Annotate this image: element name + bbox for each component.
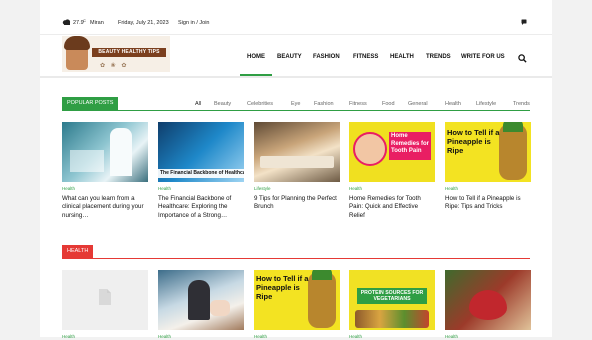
logo-banner: BEAUTY HEALTHY TIPS <box>92 48 166 57</box>
post-title[interactable]: What can you learn from a clinical place… <box>62 195 148 220</box>
nav-fashion[interactable]: FASHION <box>313 54 340 60</box>
post-category[interactable]: Health <box>254 334 340 340</box>
site-header: BEAUTY HEALTHY TIPS ✿ ❀ ✿ HOME BEAUTY FA… <box>40 32 552 76</box>
post-category[interactable]: Health <box>158 334 244 340</box>
post-thumbnail[interactable]: How to Tell if a Pineapple is Ripe <box>445 122 531 182</box>
filter-celebrities[interactable]: Celebrities <box>247 101 273 107</box>
post-category[interactable]: Health <box>445 186 531 192</box>
thumb-caption: PROTEIN SOURCES FOR VEGETARIANS <box>360 290 424 303</box>
post-title[interactable]: Home Remedies for Tooth Pain: Quick and … <box>349 195 435 220</box>
post-thumbnail[interactable]: PROTEIN SOURCES FOR VEGETARIANS <box>349 270 435 330</box>
current-date: Friday, July 21, 2023 <box>118 20 169 26</box>
weather-unit: C <box>83 18 86 23</box>
header-divider <box>40 76 552 78</box>
weather-city: Miran <box>90 20 104 26</box>
filter-general[interactable]: General <box>408 101 428 107</box>
post-card[interactable]: Lifestyle 9 Tips for Planning the Perfec… <box>254 122 340 212</box>
post-card[interactable]: Health What can you learn from a clinica… <box>62 122 148 220</box>
post-card[interactable]: Health <box>445 270 531 340</box>
post-thumbnail[interactable] <box>158 270 244 330</box>
thumb-clipboard <box>70 150 104 172</box>
post-category[interactable]: Health <box>62 334 148 340</box>
filter-fitness[interactable]: Fitness <box>349 101 367 107</box>
post-category[interactable]: Lifestyle <box>254 186 340 192</box>
filter-health[interactable]: Health <box>445 101 461 107</box>
nav-beauty[interactable]: BEAUTY <box>277 54 302 60</box>
filter-eye[interactable]: Eye <box>291 101 300 107</box>
top-bar: 27.9 C Miran Friday, July 21, 2023 Sign … <box>40 14 552 35</box>
thumb-portrait <box>353 132 387 166</box>
thumb-child <box>210 300 230 316</box>
thumb-food <box>355 310 429 328</box>
health-section-label: HEALTH <box>62 245 94 258</box>
thumb-table <box>260 156 334 168</box>
logo-decoration: ✿ ❀ ✿ <box>100 63 129 69</box>
post-category[interactable]: Health <box>349 334 435 340</box>
post-category[interactable]: Health <box>158 186 244 192</box>
nav-health[interactable]: HEALTH <box>390 54 414 60</box>
nav-write-for-us[interactable]: WRITE FOR US <box>461 54 505 60</box>
post-thumbnail[interactable]: How to Tell if a Pineapple is Ripe <box>254 270 340 330</box>
popular-section-line <box>62 110 530 111</box>
nav-home[interactable]: HOME <box>247 54 265 60</box>
post-thumbnail[interactable]: The Financial Backbone of Healthcare <box>158 122 244 182</box>
post-card[interactable]: Home Remedies for Tooth Pain Health Home… <box>349 122 435 220</box>
post-card[interactable]: How to Tell if a Pineapple is Ripe Healt… <box>445 122 531 212</box>
filter-fashion[interactable]: Fashion <box>314 101 334 107</box>
post-card[interactable]: PROTEIN SOURCES FOR VEGETARIANS Health <box>349 270 435 340</box>
post-card[interactable]: The Financial Backbone of Healthcare Hea… <box>158 122 244 220</box>
filter-lifestyle[interactable]: Lifestyle <box>476 101 496 107</box>
thumb-caption: How to Tell if a Pineapple is Ripe <box>447 128 500 155</box>
nav-fitness[interactable]: FITNESS <box>353 54 378 60</box>
thumb-caption: How to Tell if a Pineapple is Ripe <box>256 274 309 301</box>
post-title[interactable]: 9 Tips for Planning the Perfect Brunch <box>254 195 340 212</box>
thumb-heart-bowl <box>469 290 507 320</box>
search-icon[interactable] <box>518 54 527 63</box>
site-logo[interactable]: BEAUTY HEALTHY TIPS ✿ ❀ ✿ <box>62 36 170 72</box>
post-thumbnail[interactable] <box>445 270 531 330</box>
popular-posts-label: POPULAR POSTS <box>62 97 119 110</box>
health-section-line <box>62 258 530 259</box>
thumb-caption: Home Remedies for Tooth Pain <box>391 133 430 154</box>
thumb-pineapple-crown <box>503 122 523 132</box>
filter-beauty[interactable]: Beauty <box>214 101 231 107</box>
filter-food[interactable]: Food <box>382 101 395 107</box>
placeholder-image-icon <box>99 289 111 305</box>
post-thumbnail[interactable]: Home Remedies for Tooth Pain <box>349 122 435 182</box>
post-thumbnail[interactable] <box>62 270 148 330</box>
post-title[interactable]: How to Tell if a Pineapple is Ripe: Tips… <box>445 195 531 212</box>
thumb-caption: The Financial Backbone of Healthcare <box>160 170 244 176</box>
post-thumbnail[interactable] <box>62 122 148 182</box>
nav-trends[interactable]: TRENDS <box>426 54 451 60</box>
post-card[interactable]: Health <box>158 270 244 340</box>
post-thumbnail[interactable] <box>254 122 340 182</box>
thumb-figure <box>110 128 132 176</box>
post-category[interactable]: Health <box>445 334 531 340</box>
filter-all[interactable]: All <box>195 101 201 107</box>
social-icon[interactable] <box>521 19 527 25</box>
post-card[interactable]: How to Tell if a Pineapple is Ripe Healt… <box>254 270 340 340</box>
post-title[interactable]: The Financial Backbone of Healthcare: Ex… <box>158 195 244 220</box>
post-category[interactable]: Health <box>349 186 435 192</box>
logo-portrait-hair <box>64 36 90 50</box>
thumb-pineapple-crown <box>312 270 332 280</box>
sign-in-link[interactable]: Sign in / Join <box>178 20 210 26</box>
weather-cloud-icon <box>62 19 71 25</box>
thumb-figure <box>188 280 210 320</box>
post-card[interactable]: Health <box>62 270 148 340</box>
post-category[interactable]: Health <box>62 186 148 192</box>
filter-trends[interactable]: Trends <box>513 101 530 107</box>
